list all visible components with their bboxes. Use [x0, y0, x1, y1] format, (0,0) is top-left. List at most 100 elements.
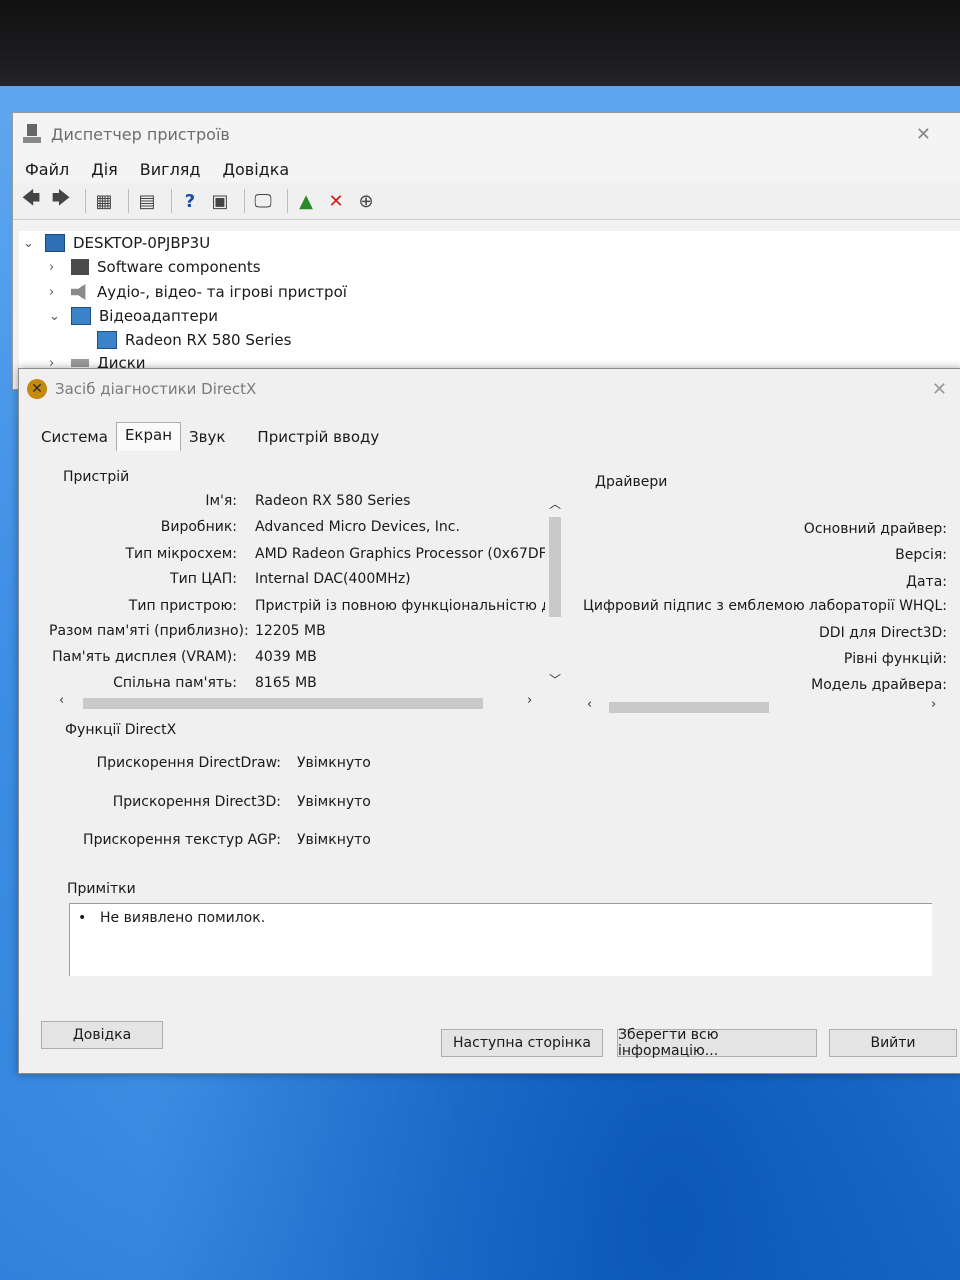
tree-item-radeon[interactable]: Radeon RX 580 Series — [97, 328, 291, 352]
add-driver-icon[interactable]: ▲ — [294, 189, 318, 213]
tab-input[interactable]: Пристрій вводу — [249, 425, 387, 451]
device-row-shared-memory: Спільна пам'ять: 8165 MB — [49, 675, 545, 695]
scroll-up-icon[interactable]: ︿ — [547, 495, 563, 512]
close-icon[interactable]: ✕ — [916, 124, 931, 145]
scrollbar-thumb[interactable] — [83, 698, 483, 709]
directx-icon: ✕ — [27, 379, 47, 399]
tree-item-audio[interactable]: › Аудіо-, відео- та ігрові пристрої — [49, 280, 347, 304]
tree-item-label: Software components — [97, 258, 261, 276]
forward-arrow-icon[interactable]: 🡆 — [49, 188, 73, 213]
save-all-information-button[interactable]: Зберегти всю інформацію... — [617, 1027, 817, 1059]
row-label: Спільна пам'ять: — [113, 675, 237, 691]
next-page-button[interactable]: Наступна сторінка — [441, 1029, 603, 1057]
tree-root-label: DESKTOP-0PJBP3U — [73, 234, 211, 252]
menu-file[interactable]: Файл — [25, 160, 69, 179]
driver-row-version: Версія: — [895, 547, 947, 563]
close-icon[interactable]: ✕ — [932, 379, 947, 400]
device-row-vram: Пам'ять дисплея (VRAM): 4039 MB — [49, 649, 545, 669]
disk-icon — [71, 359, 89, 367]
chevron-right-icon[interactable]: › — [49, 260, 63, 275]
tree-item-label: Radeon RX 580 Series — [125, 331, 292, 349]
speaker-icon — [71, 284, 86, 300]
driver-row-main-driver: Основний драйвер: — [803, 521, 947, 537]
feature-agp-texture: Прискорення текстур AGP: Увімкнуто — [67, 832, 371, 852]
tab-bar: Система Екран Звук Пристрій вводу — [33, 422, 387, 451]
directx-diagnostic-window: ✕ Засіб діагностики DirectX ✕ Система Ек… — [18, 368, 960, 1074]
chevron-down-icon[interactable]: ⌄ — [49, 309, 63, 324]
monitor-icon — [97, 331, 117, 349]
tab-display[interactable]: Екран — [115, 422, 182, 451]
device-manager-title: Диспетчер пристроїв — [51, 124, 230, 144]
driver-row-feature-levels: Рівні функцій: — [843, 651, 947, 667]
device-row-name: Ім'я: Radeon RX 580 Series — [49, 493, 545, 513]
row-label: Разом пам'яті (приблизно): — [49, 623, 249, 639]
tree-item-label: Відеоадаптери — [99, 307, 219, 325]
properties-icon[interactable]: ▤ — [135, 189, 159, 213]
feature-direct3d: Прискорення Direct3D: Увімкнуто — [67, 794, 371, 814]
dxdiag-titlebar: ✕ Засіб діагностики DirectX ✕ — [19, 369, 960, 409]
row-label: Тип ЦАП: — [170, 571, 237, 587]
back-arrow-icon[interactable]: 🡄 — [19, 188, 43, 213]
menu-bar: Файл Дія Вигляд Довідка — [13, 155, 960, 183]
device-manager-titlebar: Диспетчер пристроїв ✕ — [13, 113, 960, 155]
tab-system[interactable]: Система — [33, 425, 116, 451]
device-list-vertical-scrollbar[interactable]: ︿ ﹀ — [547, 495, 563, 688]
device-manager-icon — [23, 124, 41, 144]
software-components-icon — [71, 259, 89, 275]
tree-root[interactable]: ⌄ DESKTOP-0PJBP3U — [23, 231, 210, 255]
drivers-group-label: Драйвери — [595, 474, 668, 490]
driver-row-date: Дата: — [906, 574, 947, 590]
scroll-left-icon[interactable]: ‹ — [587, 697, 592, 712]
row-label: Ім'я: — [205, 493, 237, 509]
row-value: 8165 MB — [255, 675, 317, 691]
device-row-total-memory: Разом пам'яті (приблизно): 12205 MB — [49, 623, 545, 643]
feature-value: Увімкнуто — [297, 832, 371, 848]
feature-value: Увімкнуто — [297, 755, 371, 771]
driver-row-whql: Цифровий підпис з емблемою лабораторії W… — [583, 598, 947, 614]
scroll-down-icon[interactable]: ﹀ — [547, 671, 563, 688]
row-value: AMD Radeon Graphics Processor (0x67DF) — [255, 546, 545, 562]
dxdiag-title: Засіб діагностики DirectX — [55, 380, 257, 398]
tree-item-software-components[interactable]: › Software components — [49, 255, 261, 279]
toolbar-separator — [171, 189, 172, 213]
tab-sound[interactable]: Звук — [181, 425, 233, 451]
row-value: Radeon RX 580 Series — [255, 493, 411, 509]
notes-group-label: Примітки — [67, 881, 136, 897]
scroll-left-icon[interactable]: ‹ — [59, 693, 64, 708]
row-label: Пам'ять дисплея (VRAM): — [52, 649, 237, 665]
device-info-list: Ім'я: Radeon RX 580 Series Виробник: Adv… — [49, 479, 569, 705]
device-row-chip-type: Тип мікросхем: AMD Radeon Graphics Proce… — [49, 546, 546, 566]
scroll-right-icon[interactable]: › — [931, 697, 936, 712]
show-hide-tree-icon[interactable]: ▦ — [92, 189, 116, 213]
menu-action[interactable]: Дія — [91, 160, 118, 179]
scrollbar-thumb[interactable] — [609, 702, 769, 713]
menu-view[interactable]: Вигляд — [140, 160, 201, 179]
device-row-manufacturer: Виробник: Advanced Micro Devices, Inc. — [49, 519, 545, 539]
drivers-horizontal-scrollbar[interactable]: ‹ › — [587, 697, 943, 715]
row-value: Пристрій із повною функціональністю ди — [255, 598, 545, 614]
help-button[interactable]: Довідка — [41, 1021, 163, 1049]
feature-label: Прискорення Direct3D: — [112, 794, 281, 810]
notes-item: • Не виявлено помилок. — [78, 910, 265, 926]
computer-icon — [45, 234, 65, 252]
scroll-right-icon[interactable]: › — [527, 693, 532, 708]
device-manager-window: Диспетчер пристроїв ✕ Файл Дія Вигляд До… — [12, 112, 960, 390]
monitor-bezel — [0, 0, 960, 90]
chevron-right-icon[interactable]: › — [49, 285, 63, 300]
tree-item-display-adapters[interactable]: ⌄ Відеоадаптери — [49, 304, 218, 328]
device-row-device-type: Тип пристрою: Пристрій із повною функціо… — [49, 598, 545, 618]
notes-text: Не виявлено помилок. — [100, 910, 266, 926]
scrollbar-thumb[interactable] — [549, 517, 561, 617]
exit-button[interactable]: Вийти — [829, 1029, 957, 1057]
help-icon[interactable]: ? — [178, 189, 202, 213]
bullet-icon: • — [78, 910, 87, 926]
menu-help[interactable]: Довідка — [222, 160, 289, 179]
chevron-down-icon[interactable]: ⌄ — [23, 236, 37, 251]
uninstall-device-icon[interactable]: ✕ — [324, 189, 348, 213]
row-label: Тип мікросхем: — [125, 546, 238, 562]
toolbar-separator — [244, 189, 245, 213]
device-list-horizontal-scrollbar[interactable]: ‹ › — [59, 693, 539, 711]
scan-hardware-icon[interactable]: 🖵 — [251, 189, 275, 213]
download-icon[interactable]: ⊕ — [354, 189, 378, 213]
update-driver-icon[interactable]: ▣ — [208, 189, 232, 213]
